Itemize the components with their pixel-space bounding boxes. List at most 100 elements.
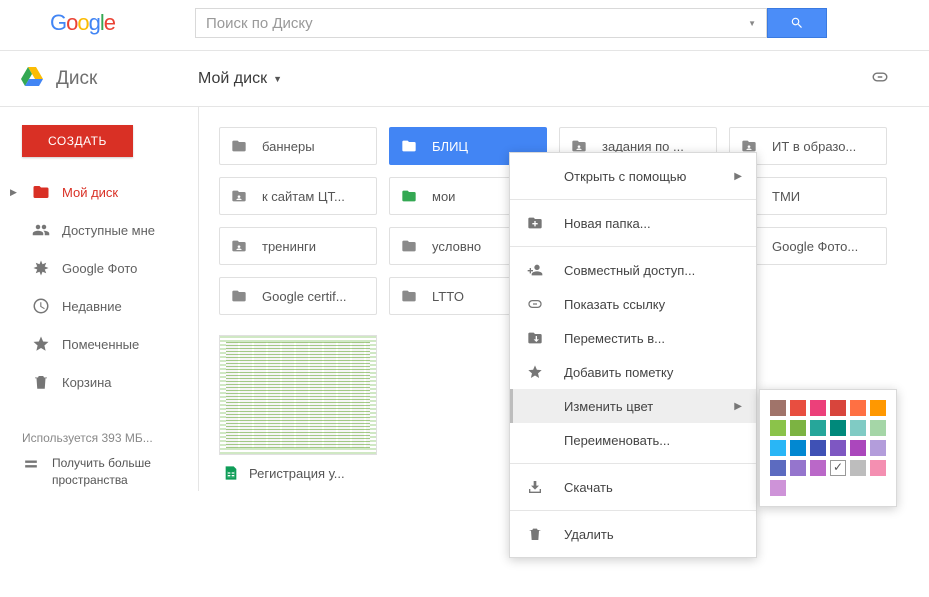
people-icon bbox=[32, 221, 50, 239]
link-icon bbox=[527, 296, 543, 312]
folder-item[interactable]: к сайтам ЦТ... bbox=[219, 177, 377, 215]
color-swatch[interactable] bbox=[770, 420, 786, 436]
separator bbox=[510, 246, 756, 247]
new-folder-icon bbox=[527, 215, 543, 231]
color-swatch[interactable] bbox=[790, 420, 806, 436]
ctx-share[interactable]: Совместный доступ... bbox=[510, 253, 756, 287]
ctx-rename[interactable]: Переименовать... bbox=[510, 423, 756, 457]
content-area: баннеры БЛИЦ задания по ... ИТ в образо.… bbox=[198, 107, 929, 491]
sidebar-item-trash[interactable]: Корзина bbox=[0, 363, 198, 401]
star-icon bbox=[527, 364, 543, 380]
breadcrumb[interactable]: Мой диск ▼ bbox=[198, 70, 282, 88]
get-link-button[interactable] bbox=[871, 68, 889, 89]
app-header: Google ▼ bbox=[0, 0, 929, 51]
color-swatch[interactable] bbox=[790, 400, 806, 416]
ctx-change-color[interactable]: Изменить цвет▶ bbox=[510, 389, 756, 423]
color-swatch[interactable] bbox=[810, 460, 826, 476]
color-swatch[interactable] bbox=[870, 460, 886, 476]
main: СОЗДАТЬ ▶ Мой диск Доступные мне Google … bbox=[0, 107, 929, 491]
context-menu: Открыть с помощью▶ Новая папка... Совмес… bbox=[509, 152, 757, 558]
separator bbox=[510, 199, 756, 200]
color-swatch[interactable] bbox=[850, 420, 866, 436]
shared-folder-icon bbox=[230, 238, 248, 254]
color-swatch[interactable] bbox=[790, 460, 806, 476]
color-swatch[interactable] bbox=[850, 400, 866, 416]
sidebar-item-my-drive[interactable]: ▶ Мой диск bbox=[0, 173, 198, 211]
photos-icon bbox=[32, 259, 50, 277]
clock-icon bbox=[32, 297, 50, 315]
sidebar-item-photos[interactable]: Google Фото bbox=[0, 249, 198, 287]
upgrade-storage-link[interactable]: Получить больше пространства bbox=[22, 455, 198, 489]
breadcrumb-label: Мой диск bbox=[198, 70, 267, 88]
folder-item[interactable]: Google certif... bbox=[219, 277, 377, 315]
ctx-download[interactable]: Скачать bbox=[510, 470, 756, 504]
color-swatch[interactable] bbox=[850, 440, 866, 456]
sidebar-item-shared[interactable]: Доступные мне bbox=[0, 211, 198, 249]
chevron-right-icon: ▶ bbox=[734, 171, 742, 182]
file-item[interactable]: Регистрация у... bbox=[219, 335, 377, 491]
drive-label: Диск bbox=[56, 68, 97, 90]
file-thumbnail bbox=[219, 335, 377, 455]
search-button[interactable] bbox=[767, 8, 827, 38]
ctx-move[interactable]: Переместить в... bbox=[510, 321, 756, 355]
folder-icon bbox=[400, 188, 418, 204]
drive-icon bbox=[20, 65, 44, 92]
separator bbox=[510, 463, 756, 464]
folder-item[interactable]: тренинги bbox=[219, 227, 377, 265]
color-swatch[interactable] bbox=[810, 440, 826, 456]
color-swatch[interactable] bbox=[770, 400, 786, 416]
color-swatch[interactable] bbox=[810, 420, 826, 436]
sidebar-item-starred[interactable]: Помеченные bbox=[0, 325, 198, 363]
search-input[interactable] bbox=[206, 15, 748, 32]
search-icon bbox=[790, 16, 804, 30]
expand-icon[interactable]: ▶ bbox=[10, 187, 20, 198]
folder-icon bbox=[230, 288, 248, 304]
color-swatch[interactable] bbox=[770, 480, 786, 496]
trash-icon bbox=[527, 526, 543, 542]
person-add-icon bbox=[527, 262, 543, 278]
subheader: Диск Мой диск ▼ bbox=[0, 51, 929, 107]
create-button[interactable]: СОЗДАТЬ bbox=[22, 125, 133, 157]
star-icon bbox=[32, 335, 50, 353]
shared-folder-icon bbox=[230, 188, 248, 204]
search-wrap: ▼ bbox=[195, 8, 827, 38]
link-icon bbox=[871, 68, 889, 86]
color-swatch[interactable] bbox=[870, 400, 886, 416]
color-swatch[interactable] bbox=[770, 440, 786, 456]
chevron-right-icon: ▶ bbox=[734, 401, 742, 412]
chevron-down-icon: ▼ bbox=[273, 74, 282, 84]
ctx-star[interactable]: Добавить пометку bbox=[510, 355, 756, 389]
ctx-new-folder[interactable]: Новая папка... bbox=[510, 206, 756, 240]
move-icon bbox=[527, 330, 543, 346]
folder-icon bbox=[400, 288, 418, 304]
color-swatch[interactable] bbox=[830, 460, 846, 476]
color-swatch[interactable] bbox=[830, 400, 846, 416]
color-swatch[interactable] bbox=[870, 420, 886, 436]
storage-info: Используется 393 МБ... bbox=[22, 431, 198, 445]
color-swatch[interactable] bbox=[850, 460, 866, 476]
color-swatch[interactable] bbox=[790, 440, 806, 456]
color-swatch[interactable] bbox=[830, 420, 846, 436]
color-swatch[interactable] bbox=[770, 460, 786, 476]
ctx-delete[interactable]: Удалить bbox=[510, 517, 756, 551]
sidebar-item-recent[interactable]: Недавние bbox=[0, 287, 198, 325]
ctx-open-with[interactable]: Открыть с помощью▶ bbox=[510, 159, 756, 193]
folder-icon bbox=[400, 138, 418, 154]
search-box[interactable]: ▼ bbox=[195, 8, 767, 38]
file-label: Регистрация у... bbox=[249, 466, 345, 481]
storage-icon bbox=[22, 457, 40, 471]
color-swatch[interactable] bbox=[810, 400, 826, 416]
drive-logo[interactable]: Диск bbox=[20, 65, 198, 92]
color-swatch[interactable] bbox=[830, 440, 846, 456]
google-logo[interactable]: Google bbox=[50, 10, 115, 36]
sheets-icon bbox=[223, 465, 239, 481]
folder-icon bbox=[230, 138, 248, 154]
folder-item[interactable]: баннеры bbox=[219, 127, 377, 165]
search-options-icon[interactable]: ▼ bbox=[748, 19, 756, 28]
download-icon bbox=[527, 479, 543, 495]
ctx-get-link[interactable]: Показать ссылку bbox=[510, 287, 756, 321]
folder-icon bbox=[400, 238, 418, 254]
folder-icon bbox=[32, 183, 50, 201]
trash-icon bbox=[32, 373, 50, 391]
color-swatch[interactable] bbox=[870, 440, 886, 456]
